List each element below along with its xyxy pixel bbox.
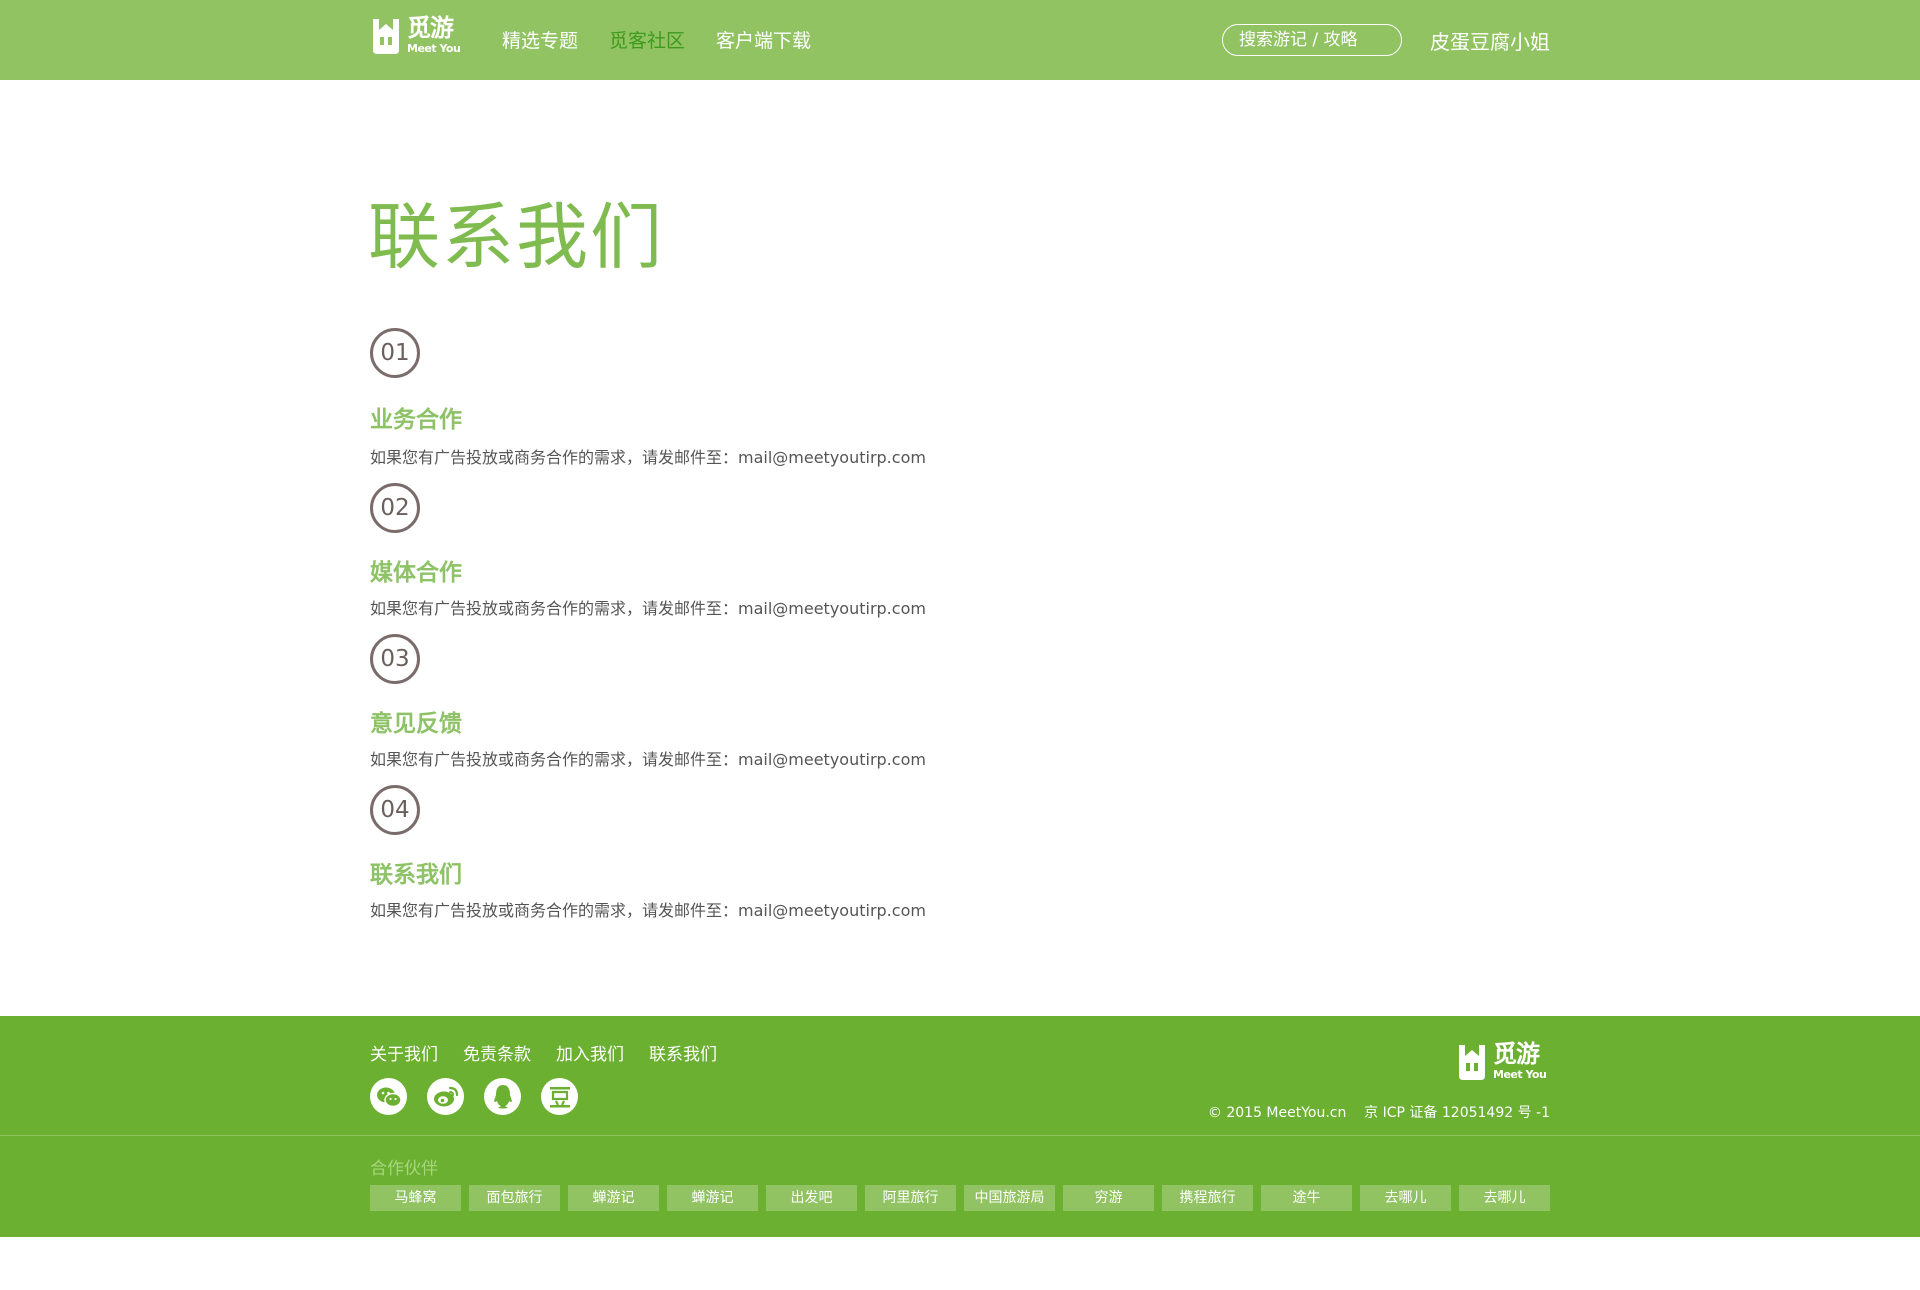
section-text: 如果您有广告投放或商务合作的需求，请发邮件至：mail@meetyoutirp.… (370, 599, 926, 618)
section-title: 业务合作 (370, 407, 462, 433)
footer-links: 关于我们 免责条款 加入我们 联系我们 (370, 1040, 717, 1065)
section-title: 联系我们 (370, 862, 462, 888)
nav-item-featured[interactable]: 精选专题 (502, 26, 578, 53)
page-title: 联系我们 (368, 195, 665, 279)
logo-text-en: Meet You (407, 42, 461, 55)
search-input[interactable]: 搜索游记 / 攻略 (1222, 24, 1402, 56)
footer-logo-text-en: Meet You (1493, 1068, 1547, 1081)
partner-link[interactable]: 马蜂窝 (370, 1185, 461, 1211)
footer-logo[interactable]: 觅游 Meet You (1456, 1040, 1547, 1082)
partner-link[interactable]: 去哪儿 (1459, 1185, 1550, 1211)
wechat-icon[interactable] (370, 1078, 407, 1115)
qq-icon[interactable] (484, 1078, 521, 1115)
contact-section: 01 业务合作 如果您有广告投放或商务合作的需求，请发邮件至：mail@meet… (370, 328, 926, 467)
section-number: 03 (370, 634, 420, 684)
site-logo[interactable]: 觅游 Meet You (370, 16, 466, 64)
partner-link[interactable]: 蝉游记 (568, 1185, 659, 1211)
social-links (370, 1078, 578, 1115)
partner-link[interactable]: 面包旅行 (469, 1185, 560, 1211)
partners-list: 马蜂窝 面包旅行 蝉游记 蝉游记 出发吧 阿里旅行 中国旅游局 穷游 携程旅行 … (370, 1185, 1550, 1211)
section-number: 04 (370, 785, 420, 835)
partner-link[interactable]: 蝉游记 (667, 1185, 758, 1211)
section-text: 如果您有广告投放或商务合作的需求，请发邮件至：mail@meetyoutirp.… (370, 901, 926, 920)
partner-link[interactable]: 途牛 (1261, 1185, 1352, 1211)
user-name[interactable]: 皮蛋豆腐小姐 (1430, 26, 1550, 55)
partners-label: 合作伙伴 (370, 1159, 438, 1179)
footer: 关于我们 免责条款 加入我们 联系我们 觅游 Meet You © 2015 M… (0, 1016, 1920, 1135)
douban-icon[interactable] (541, 1078, 578, 1115)
logo-text-cn: 觅游 (407, 14, 454, 42)
contact-section: 04 联系我们 如果您有广告投放或商务合作的需求，请发邮件至：mail@meet… (370, 785, 926, 920)
section-number: 01 (370, 328, 420, 378)
main-nav: 精选专题 觅客社区 客户端下载 (502, 26, 811, 53)
weibo-icon[interactable] (427, 1078, 464, 1115)
footer-link-about[interactable]: 关于我们 (370, 1040, 438, 1065)
nav-item-community[interactable]: 觅客社区 (609, 26, 685, 53)
partner-link[interactable]: 携程旅行 (1162, 1185, 1253, 1211)
partner-link[interactable]: 去哪儿 (1360, 1185, 1451, 1211)
copyright-text: © 2015 MeetYou.cn 京 ICP 证备 12051492 号 -1 (1207, 1105, 1550, 1121)
contact-section: 03 意见反馈 如果您有广告投放或商务合作的需求，请发邮件至：mail@meet… (370, 634, 926, 769)
partner-link[interactable]: 中国旅游局 (964, 1185, 1055, 1211)
logo-mark-icon (373, 19, 399, 54)
section-title: 意见反馈 (370, 711, 462, 737)
section-text: 如果您有广告投放或商务合作的需求，请发邮件至：mail@meetyoutirp.… (370, 750, 926, 769)
logo-mark-icon (1459, 1045, 1485, 1080)
footer-logo-text-cn: 觅游 (1493, 1040, 1540, 1068)
partner-link[interactable]: 阿里旅行 (865, 1185, 956, 1211)
partner-link[interactable]: 穷游 (1063, 1185, 1154, 1211)
section-text: 如果您有广告投放或商务合作的需求，请发邮件至：mail@meetyoutirp.… (370, 448, 926, 467)
nav-item-download[interactable]: 客户端下载 (716, 26, 811, 53)
top-header: 觅游 Meet You 精选专题 觅客社区 客户端下载 搜索游记 / 攻略 皮蛋… (0, 0, 1920, 80)
footer-link-join[interactable]: 加入我们 (556, 1040, 624, 1065)
footer-link-disclaimer[interactable]: 免责条款 (463, 1040, 531, 1065)
footer-link-contact[interactable]: 联系我们 (649, 1040, 717, 1065)
partner-link[interactable]: 出发吧 (766, 1185, 857, 1211)
partners-bar: 合作伙伴 马蜂窝 面包旅行 蝉游记 蝉游记 出发吧 阿里旅行 中国旅游局 穷游 … (0, 1135, 1920, 1237)
section-number: 02 (370, 483, 420, 533)
contact-section: 02 媒体合作 如果您有广告投放或商务合作的需求，请发邮件至：mail@meet… (370, 483, 926, 618)
section-title: 媒体合作 (370, 560, 462, 586)
